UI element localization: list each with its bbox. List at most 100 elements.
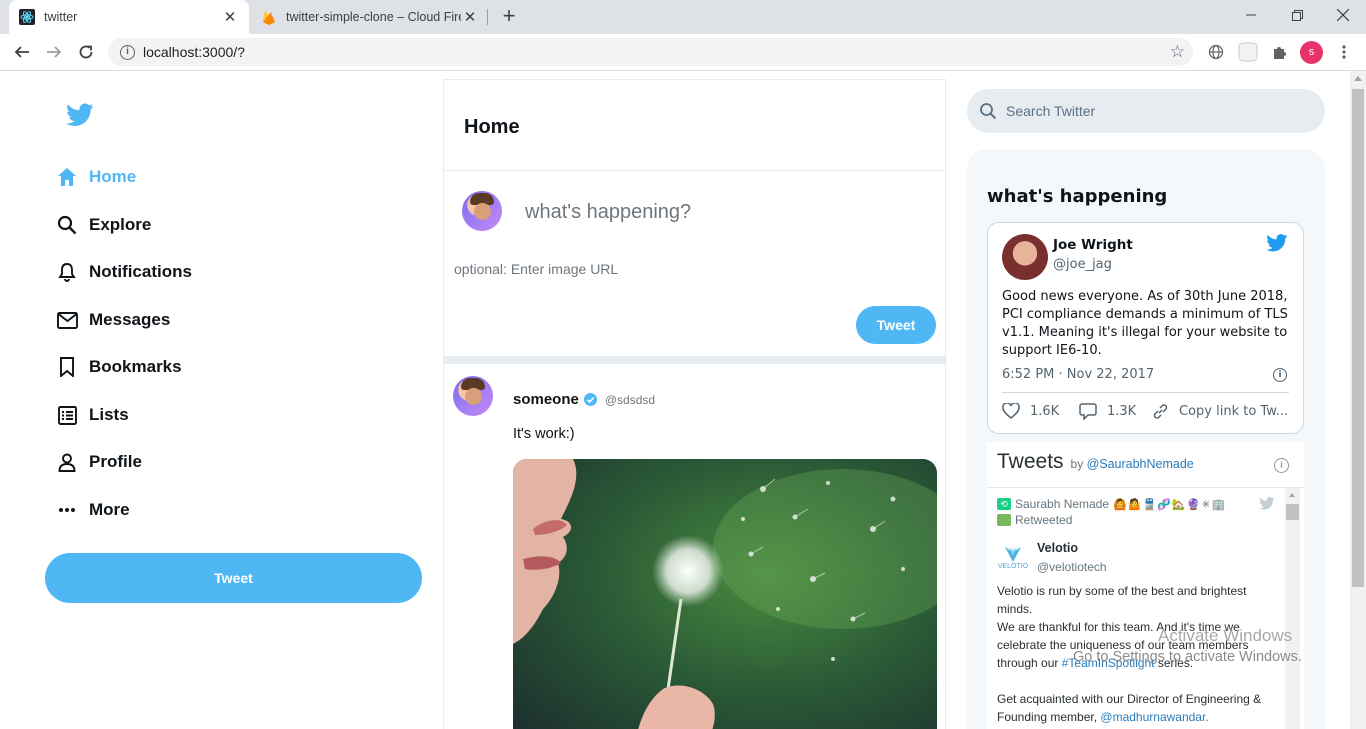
close-tab-icon[interactable]: ✕: [461, 8, 479, 26]
post-text: It's work:): [513, 426, 575, 442]
bookmark-icon: [56, 356, 78, 378]
timeline-by: by @SaurabhNemade: [1071, 457, 1194, 471]
post-header: someone @sdsdsd: [513, 391, 655, 408]
embed-tweet-time[interactable]: 6:52 PM · Nov 22, 2017: [1002, 367, 1154, 382]
restore-icon[interactable]: [1274, 0, 1320, 30]
info-icon[interactable]: i: [1274, 458, 1289, 473]
sidebar-item-lists[interactable]: Lists: [56, 401, 129, 429]
widgets-title: what's happening: [987, 186, 1168, 207]
scroll-thumb[interactable]: [1352, 89, 1364, 587]
reply-action[interactable]: 1.3K: [1079, 403, 1136, 420]
forward-icon[interactable]: [41, 39, 67, 65]
tweet-text-line: Velotio is run by some of the best and b…: [997, 584, 1247, 616]
profile-avatar[interactable]: s: [1300, 41, 1323, 64]
like-action[interactable]: 1.6K: [1002, 403, 1059, 419]
sidebar-item-more[interactable]: More: [56, 496, 130, 524]
verified-badge-icon: [583, 393, 597, 406]
retweeted-line: Retweeted: [997, 513, 1282, 527]
sidebar-item-bookmarks[interactable]: Bookmarks: [56, 353, 182, 381]
reply-icon: [1079, 403, 1097, 420]
twitter-logo-icon[interactable]: [66, 103, 94, 132]
post-image-dandelion[interactable]: [513, 459, 937, 729]
retweet-line: ⟲ Saurabh Nemade 🙆🤷🚆🧬🏡🔮✳🏢: [997, 497, 1282, 511]
sidebar-item-notifications[interactable]: Notifications: [56, 258, 192, 286]
bookmark-star-icon[interactable]: ☆: [1170, 42, 1185, 62]
new-tab-button[interactable]: +: [498, 5, 520, 28]
tweet-author-handle[interactable]: @velotiotech: [1037, 560, 1107, 574]
address-bar[interactable]: i localhost:3000/? ☆: [108, 38, 1193, 66]
tweet-input[interactable]: what's happening?: [525, 201, 691, 224]
page-title: Home: [444, 79, 945, 171]
retweeter-name[interactable]: Saurabh Nemade: [1015, 497, 1109, 511]
avatar[interactable]: [1002, 234, 1048, 280]
embedded-timeline: Tweets by @SaurabhNemade i ⟲ Saurabh Nem…: [987, 442, 1304, 729]
embedded-tweet[interactable]: Joe Wright @joe_jag Good news everyone. …: [987, 222, 1304, 434]
scroll-thumb[interactable]: [1286, 504, 1299, 520]
post: someone @sdsdsd It's work:): [444, 364, 945, 729]
sidebar-item-label: Lists: [89, 405, 129, 424]
divider: [987, 487, 1304, 488]
reload-icon[interactable]: [73, 39, 99, 65]
retweet-icon: ⟲: [997, 498, 1011, 510]
back-icon[interactable]: [9, 39, 35, 65]
sidebar-item-label: Bookmarks: [89, 357, 182, 376]
twitter-bird-icon[interactable]: [1259, 497, 1275, 513]
watermark-line-2: Go to Settings to activate Windows.: [1073, 649, 1302, 665]
sidebar-item-home[interactable]: Home: [56, 163, 136, 191]
tab-separator: [487, 9, 488, 25]
search-placeholder: Search Twitter: [1006, 103, 1096, 119]
page-scrollbar[interactable]: [1350, 71, 1366, 729]
minimize-icon[interactable]: [1228, 0, 1274, 30]
scroll-up-arrow-icon[interactable]: [1354, 76, 1362, 81]
globe-extension-icon[interactable]: [1206, 42, 1226, 62]
watermark-line-1: Activate Windows: [1158, 626, 1293, 645]
retweeter-emoji: 🙆🤷🚆🧬🏡🔮✳🏢: [1113, 498, 1227, 511]
sidebar-item-profile[interactable]: Profile: [56, 448, 142, 476]
velotio-logo-text: VELOTIO: [997, 562, 1029, 570]
twitter-bird-icon[interactable]: [1266, 234, 1288, 256]
firebase-favicon-icon: [261, 9, 277, 25]
timeline-title: Tweets: [997, 450, 1064, 473]
tab-firebase[interactable]: twitter-simple-clone – Cloud Fire ✕: [251, 0, 489, 34]
post-username: @sdsdsd: [604, 392, 656, 407]
image-url-input[interactable]: optional: Enter image URL: [454, 261, 618, 277]
sidebar-tweet-button[interactable]: Tweet: [45, 553, 422, 603]
sidebar-item-explore[interactable]: Explore: [56, 211, 151, 239]
embed-author-name[interactable]: Joe Wright: [1053, 237, 1133, 253]
tweet-author-name[interactable]: Velotio: [1037, 541, 1107, 555]
heart-icon: [1002, 403, 1020, 419]
tweet-text-line: Get acquainted with our Director of Engi…: [997, 690, 1282, 726]
feed-divider: [444, 356, 945, 364]
search-icon: [979, 102, 997, 120]
timeline-header: Tweets by @SaurabhNemade: [997, 450, 1194, 474]
divider: [1002, 392, 1289, 393]
sidebar-item-messages[interactable]: Messages: [56, 306, 170, 334]
more-icon: [56, 499, 78, 521]
tab-twitter[interactable]: twitter ✕: [9, 0, 249, 34]
timeline-by-handle[interactable]: @SaurabhNemade: [1087, 457, 1194, 471]
home-icon: [56, 166, 78, 188]
search-twitter-input[interactable]: Search Twitter: [967, 89, 1325, 133]
tweet-submit-button[interactable]: Tweet: [856, 306, 936, 344]
page-content: Home Explore Notifications Messages Book…: [0, 71, 1350, 729]
extension-box-icon[interactable]: [1238, 42, 1258, 62]
timeline-tweet[interactable]: ⟲ Saurabh Nemade 🙆🤷🚆🧬🏡🔮✳🏢 Retweeted VELO…: [997, 497, 1282, 726]
mention-link[interactable]: @madhurnawandar.: [1100, 710, 1208, 724]
sidebar-item-label: Home: [89, 167, 137, 186]
close-window-icon[interactable]: [1320, 0, 1366, 30]
post-display-name: someone: [513, 391, 579, 408]
copy-link-action[interactable]: Copy link to Tw...: [1152, 403, 1288, 420]
menu-kebab-icon[interactable]: [1334, 42, 1354, 62]
site-info-icon[interactable]: i: [120, 44, 135, 60]
close-tab-icon[interactable]: ✕: [221, 8, 239, 26]
embed-author-handle[interactable]: @joe_jag: [1053, 257, 1112, 272]
timeline-by-label: by: [1070, 457, 1084, 471]
scroll-up-arrow-icon[interactable]: [1289, 493, 1295, 497]
puzzle-extensions-icon[interactable]: [1270, 42, 1290, 62]
info-icon[interactable]: i: [1273, 368, 1287, 382]
react-favicon-icon: [19, 9, 35, 25]
timeline-scrollbar[interactable]: [1285, 488, 1300, 729]
tweet-author[interactable]: VELOTIO Velotio @velotiotech: [997, 541, 1282, 574]
url-text: localhost:3000/?: [143, 44, 245, 60]
velotio-logo: VELOTIO: [997, 541, 1029, 573]
